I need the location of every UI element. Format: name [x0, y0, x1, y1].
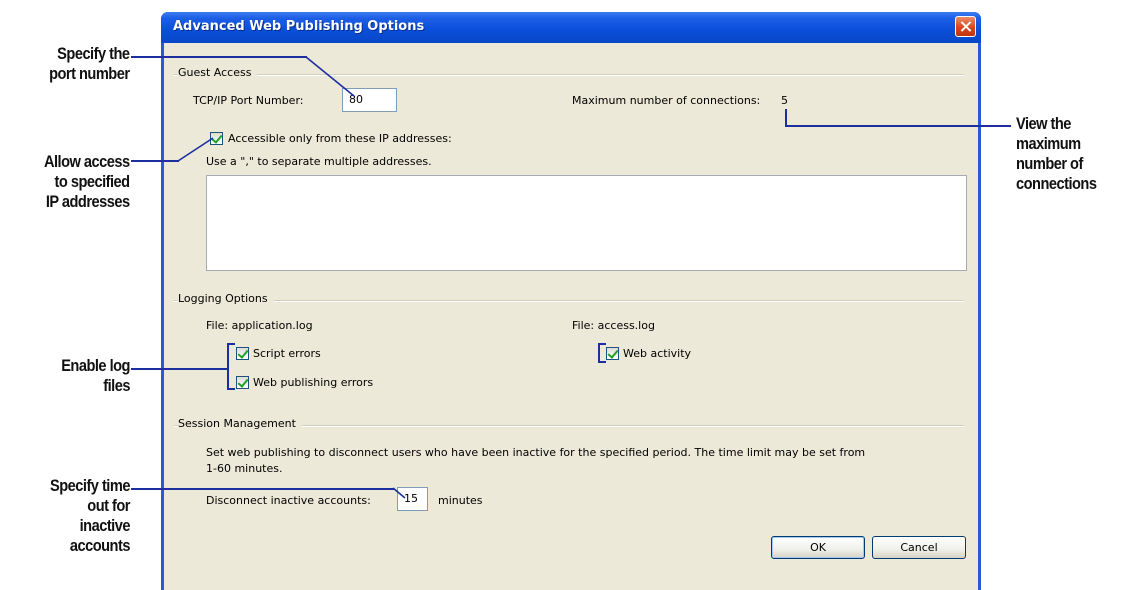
cancel-button[interactable]: Cancel	[872, 536, 966, 559]
session-management-label: Session Management	[178, 417, 302, 430]
web-activity-label: Web activity	[623, 347, 692, 360]
callout-max-connections: View the maximum number of connections	[1016, 114, 1097, 194]
ip-address-list[interactable]	[206, 175, 967, 271]
web-publishing-errors-label: Web publishing errors	[253, 376, 374, 389]
callout-line-text: connections	[1016, 174, 1097, 193]
callout-line-text: Allow access	[44, 152, 130, 171]
script-errors-checkbox[interactable]	[236, 347, 249, 360]
check-mark-icon	[237, 376, 249, 388]
max-connections-label: Maximum number of connections:	[572, 94, 761, 107]
ip-hint-text: Use a "," to separate multiple addresses…	[206, 155, 432, 168]
callout-timeout: Specify time out for inactive accounts	[50, 476, 130, 556]
max-connections-callout-stem	[785, 109, 787, 126]
log-callout-bracket-right-top	[598, 343, 606, 345]
callout-line-text: IP addresses	[46, 192, 130, 211]
port-number-label: TCP/IP Port Number:	[193, 94, 304, 107]
callout-line-text: number of	[1016, 154, 1083, 173]
log-callout-line	[131, 368, 229, 370]
log-callout-bracket-left	[227, 343, 229, 390]
application-log-label: File: application.log	[206, 319, 313, 332]
callout-line-text: View the	[1016, 114, 1071, 133]
minutes-label: minutes	[438, 494, 483, 507]
callout-line-text: files	[103, 376, 130, 395]
guest-access-label: Guest Access	[178, 66, 258, 79]
max-connections-callout-line	[785, 125, 1011, 127]
port-callout-line	[131, 56, 307, 58]
session-description-line1: Set web publishing to disconnect users w…	[206, 446, 866, 459]
callout-line-text: inactive	[79, 516, 131, 535]
ip-callout-line	[131, 160, 179, 162]
web-publishing-errors-checkbox[interactable]	[236, 376, 249, 389]
callout-line-text: maximum	[1016, 134, 1081, 153]
dialog-title: Advanced Web Publishing Options	[173, 19, 425, 34]
callout-line-text: to specified	[54, 172, 131, 191]
timeout-callout-line	[131, 488, 394, 490]
callout-line-text: accounts	[69, 536, 131, 555]
callout-line-text: Specify the	[57, 44, 131, 63]
disconnect-inactive-label: Disconnect inactive accounts:	[206, 494, 371, 507]
check-mark-icon	[607, 347, 619, 359]
session-description-line2: 1-60 minutes.	[206, 462, 283, 475]
log-callout-bracket-right-bottom	[598, 361, 606, 363]
logging-options-divider	[174, 300, 964, 302]
log-callout-bracket-top	[227, 343, 235, 345]
ip-callout-connector	[177, 137, 214, 162]
access-log-label: File: access.log	[572, 319, 655, 332]
callout-line-text: out for	[87, 496, 130, 515]
logging-options-label: Logging Options	[178, 292, 274, 305]
callout-ip-access: Allow access to specified IP addresses	[44, 152, 130, 212]
callout-line-text: port number	[49, 64, 131, 83]
ip-restrict-label: Accessible only from these IP addresses:	[228, 132, 452, 145]
web-activity-checkbox[interactable]	[606, 347, 619, 360]
log-callout-bracket-bottom	[227, 388, 235, 390]
callout-log-files: Enable log files	[61, 356, 130, 396]
title-bar[interactable]: Advanced Web Publishing Options	[161, 12, 981, 43]
timeout-callout-connector	[392, 487, 406, 499]
close-icon[interactable]	[955, 16, 976, 37]
check-mark-icon	[237, 347, 249, 359]
script-errors-label: Script errors	[253, 347, 321, 360]
port-callout-connector	[305, 56, 355, 97]
guest-access-divider	[174, 74, 964, 76]
callout-line-text: Specify time	[50, 476, 130, 495]
callout-line-text: Enable log	[61, 356, 130, 375]
max-connections-value: 5	[781, 94, 788, 107]
log-callout-bracket-right	[598, 343, 600, 363]
callout-port-number: Specify the port number	[49, 44, 131, 84]
ok-button[interactable]: OK	[771, 536, 865, 559]
